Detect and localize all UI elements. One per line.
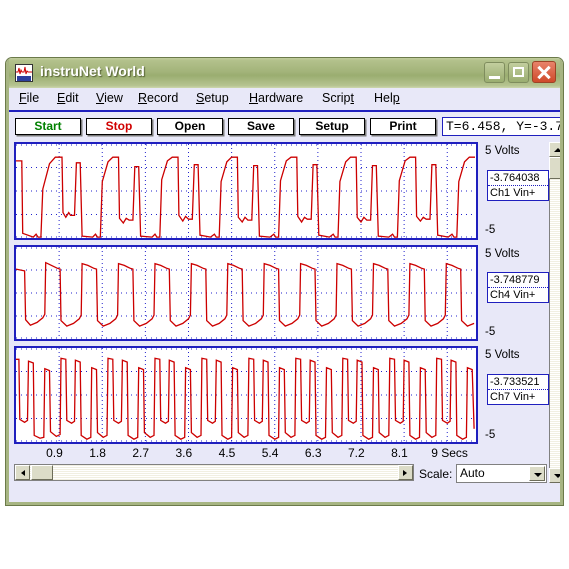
channel-name-1: Ch1 Vin+ [490, 187, 536, 199]
scroll-left-button[interactable] [15, 465, 30, 480]
triangle-right-icon [403, 470, 407, 476]
axis-top-label-4: 5 Volts [485, 248, 520, 260]
menu-item-help[interactable]: Help [374, 91, 400, 105]
chevron-down-icon[interactable] [529, 466, 545, 481]
trace-Ch4-Vin- [16, 261, 475, 327]
cursor-readout-field[interactable]: T=6.458, Y=-3.7 [442, 117, 563, 136]
channel-name-4: Ch4 Vin+ [490, 289, 536, 301]
time-tick-7: 7.2 [348, 446, 365, 460]
minimize-button[interactable] [484, 62, 505, 83]
title-bar: instruNet World [6, 58, 563, 88]
axis-bottom-label-4: -5 [485, 326, 496, 338]
axis-bottom-label-1: -5 [485, 224, 496, 236]
hscroll-thumb[interactable] [31, 465, 53, 480]
graph-pane: 5 Volts -5 -3.764038 Ch1 Vin+ 5 Volts -5… [9, 139, 563, 505]
time-tick-2: 2.7 [132, 446, 150, 460]
plot-canvas-Ch7-Vin- [16, 348, 476, 442]
time-tick-8: 8.1 [391, 446, 408, 460]
window-title: instruNet World [40, 63, 145, 79]
triangle-down-icon [553, 474, 562, 478]
scroll-down-button[interactable] [549, 468, 563, 483]
open-button[interactable]: Open [157, 118, 223, 135]
start-button[interactable]: Start [15, 118, 81, 135]
menu-item-file[interactable]: File [19, 91, 39, 105]
axis-top-label-1: 5 Volts [485, 145, 520, 157]
vertical-scrollbar[interactable] [549, 142, 563, 483]
menu-bar: File Edit View Record Setup Hardware Scr… [9, 88, 562, 110]
menu-item-setup[interactable]: Setup [196, 91, 229, 105]
triangle-up-icon [553, 148, 562, 152]
trace-Ch7-Vin- [16, 357, 475, 440]
time-tick-5: 5.4 [261, 446, 279, 460]
trace-Ch1-Vin- [16, 156, 475, 238]
plot-channel-7[interactable] [14, 346, 478, 444]
time-tick-4: 4.5 [218, 446, 236, 460]
chevron-down-glyph [534, 473, 542, 477]
time-tick-1: 1.8 [89, 446, 106, 460]
menu-item-edit[interactable]: Edit [57, 91, 79, 105]
menu-item-script[interactable]: Script [322, 91, 354, 105]
scale-value: Auto [460, 466, 485, 480]
scroll-right-button[interactable] [398, 465, 413, 480]
maximize-button[interactable] [508, 62, 529, 83]
channel-box-4[interactable]: -3.748779 Ch4 Vin+ [487, 272, 549, 303]
channel-value-4: -3.748779 [488, 273, 548, 288]
toolbar: Start Stop Open Save Setup Print T=6.458… [9, 110, 563, 139]
horizontal-scrollbar[interactable] [14, 464, 414, 481]
channel-box-7[interactable]: -3.733521 Ch7 Vin+ [487, 374, 549, 405]
scale-dropdown[interactable]: Auto [456, 464, 547, 483]
grid-lines [16, 144, 476, 238]
maximize-icon [513, 67, 524, 77]
time-tick-6: 6.3 [304, 446, 322, 460]
inet-logo-bar [17, 76, 31, 81]
plot-channel-4[interactable] [14, 245, 478, 341]
channel-name-7: Ch7 Vin+ [490, 391, 536, 403]
instrunet-world-window: instruNet World File Edit View Record Se… [5, 57, 564, 506]
plot-canvas-Ch1-Vin- [16, 144, 476, 238]
scroll-up-button[interactable] [549, 142, 563, 157]
grid-lines [16, 348, 476, 442]
waveform-icon [15, 64, 33, 82]
plot-channel-1[interactable] [14, 142, 478, 240]
menu-item-hardware[interactable]: Hardware [249, 91, 303, 105]
close-button[interactable] [532, 61, 556, 83]
save-button[interactable]: Save [228, 118, 294, 135]
hscroll-track[interactable] [15, 465, 413, 480]
minimize-icon [489, 76, 500, 79]
time-tick-3: 3.6 [175, 446, 193, 460]
waveform-icon-glyph [16, 66, 32, 75]
scale-label: Scale: [419, 467, 453, 481]
channel-value-7: -3.733521 [488, 375, 548, 390]
time-tick-0: 0.9 [46, 446, 63, 460]
channel-value-1: -3.764038 [488, 171, 548, 186]
axis-bottom-label-7: -5 [485, 429, 496, 441]
setup-button[interactable]: Setup [299, 118, 365, 135]
menu-item-view[interactable]: View [96, 91, 123, 105]
grid-lines [16, 247, 476, 339]
time-axis: 0.9 1.8 2.7 3.6 4.5 5.4 6.3 7.2 8.1 9 Secs [14, 446, 549, 462]
axis-top-label-7: 5 Volts [485, 349, 520, 361]
stop-button[interactable]: Stop [86, 118, 152, 135]
triangle-left-icon [21, 470, 25, 476]
print-button[interactable]: Print [370, 118, 436, 135]
channel-box-1[interactable]: -3.764038 Ch1 Vin+ [487, 170, 549, 201]
plot-canvas-Ch4-Vin- [16, 247, 476, 339]
vscroll-thumb[interactable] [549, 157, 563, 179]
menu-item-record[interactable]: Record [138, 91, 178, 105]
time-tick-9: 9 Secs [431, 446, 468, 460]
